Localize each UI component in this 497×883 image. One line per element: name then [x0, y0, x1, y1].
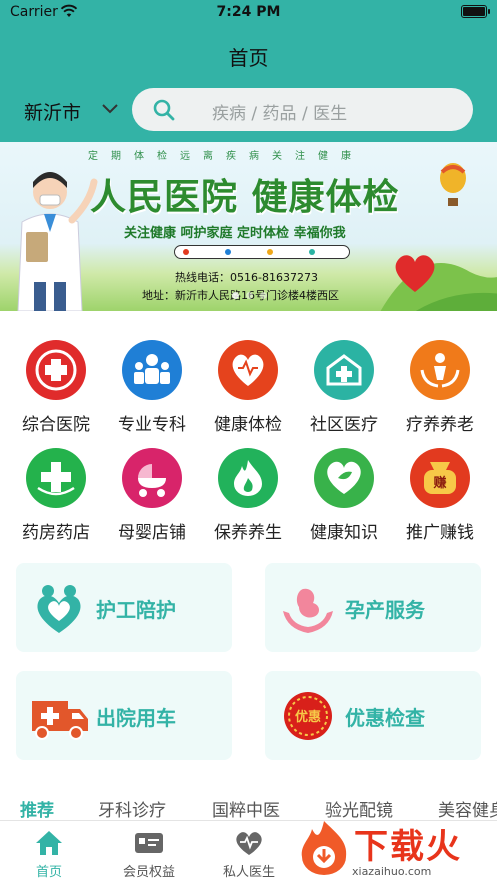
- category-wellness[interactable]: 保养养生: [200, 448, 296, 544]
- banner-page-indicator: [232, 292, 272, 300]
- pharmacy-cross-icon: [26, 448, 86, 508]
- category-earn-money[interactable]: 赚 推广赚钱: [392, 448, 488, 544]
- category-health-checkup[interactable]: 健康体检: [200, 340, 296, 436]
- search-icon: [153, 99, 175, 121]
- search-input[interactable]: 疾病 / 药品 / 医生: [132, 88, 473, 131]
- nav-member-benefits[interactable]: 会员权益: [104, 827, 194, 880]
- service-label: 护工陪护: [96, 598, 176, 622]
- category-label: 健康体检: [214, 415, 282, 435]
- nav-label: 私人医生: [222, 865, 275, 880]
- watermark-text: 下载火: [354, 827, 462, 867]
- category-elder-care[interactable]: 疗养养老: [392, 340, 488, 436]
- money-bag-icon: 赚: [410, 448, 470, 508]
- home-icon: [36, 831, 62, 855]
- service-card-maternity[interactable]: 孕产服务: [265, 563, 481, 652]
- category-maternity-baby-store[interactable]: 母婴店铺: [104, 448, 200, 544]
- banner-subline: 关注健康 呵护家庭 定时体检 幸福你我: [124, 226, 346, 241]
- category-label: 社区医疗: [310, 415, 378, 435]
- service-label: 出院用车: [96, 706, 176, 730]
- category-label: 药房药店: [22, 523, 90, 543]
- chevron-down-icon[interactable]: [101, 102, 119, 116]
- service-label: 孕产服务: [345, 598, 425, 622]
- tab-chinese-medicine[interactable]: 国粹中医: [212, 796, 280, 821]
- category-label: 综合医院: [22, 415, 90, 435]
- flame-logo-icon: [301, 821, 347, 875]
- ambulance-icon: [32, 701, 88, 740]
- hospital-cross-icon: [26, 340, 86, 400]
- maternity-hands-icon: [283, 588, 333, 633]
- page-title: 首页: [228, 46, 269, 70]
- clock: 7:24 PM: [216, 4, 281, 20]
- battery-icon: [461, 5, 490, 18]
- flame-icon: [218, 448, 278, 508]
- category-label: 健康知识: [310, 523, 378, 543]
- heart-icon: [395, 255, 435, 292]
- status-bar: Carrier 7:24 PM: [0, 0, 497, 26]
- nav-label: 会员权益: [122, 865, 175, 880]
- discount-seal-icon: 优惠: [284, 692, 332, 740]
- banner-tagline: 定期体检远离疾病关注健康: [88, 151, 364, 162]
- banner-hotline: 热线电话：0516-81637273: [175, 271, 318, 284]
- category-pharmacy[interactable]: 药房药店: [8, 448, 104, 544]
- top-header: Carrier 7:24 PM 首页 新沂市 疾病 / 药品 / 医生: [0, 0, 497, 142]
- community-clinic-icon: [314, 340, 374, 400]
- nav-home[interactable]: 首页: [4, 827, 94, 880]
- service-card-caregiver[interactable]: 护工陪护: [16, 563, 232, 652]
- baby-stroller-icon: [122, 448, 182, 508]
- svg-text:赚: 赚: [432, 475, 446, 491]
- watermark-logo: 下载火 xiazaihuo.com: [292, 815, 497, 883]
- category-label: 母婴店铺: [118, 523, 186, 543]
- specialists-icon: [122, 340, 182, 400]
- category-specialists[interactable]: 专业专科: [104, 340, 200, 436]
- elder-care-icon: [410, 340, 470, 400]
- category-label: 疗养养老: [406, 415, 474, 435]
- service-card-discharge-car[interactable]: 出院用车: [16, 671, 232, 760]
- nav-private-doctor[interactable]: 私人医生: [204, 827, 294, 880]
- promo-banner[interactable]: 定期体检远离疾病关注健康 人民医院 健康体检 关注健康 呵护家庭 定时体检 幸福…: [0, 142, 497, 311]
- category-label: 推广赚钱: [406, 523, 474, 543]
- leaf-heart-icon: [314, 448, 374, 508]
- category-label: 保养养生: [214, 523, 282, 543]
- service-card-discount-checkup[interactable]: 优惠 优惠检查: [265, 671, 481, 760]
- hot-air-balloon-icon: [440, 163, 466, 206]
- doctor-illustration: [17, 172, 98, 311]
- tab-recommended[interactable]: 推荐: [20, 796, 54, 821]
- watermark-url: xiazaihuo.com: [352, 865, 432, 878]
- svg-text:优惠: 优惠: [295, 709, 321, 725]
- member-card-icon: [135, 833, 163, 853]
- search-placeholder: 疾病 / 药品 / 医生: [212, 104, 348, 124]
- city-selector[interactable]: 新沂市: [24, 98, 81, 125]
- banner-feature-pills: [174, 245, 350, 259]
- caregiver-hearts-icon: [37, 585, 81, 633]
- category-general-hospital[interactable]: 综合医院: [8, 340, 104, 436]
- category-community-clinic[interactable]: 社区医疗: [296, 340, 392, 436]
- category-health-knowledge[interactable]: 健康知识: [296, 448, 392, 544]
- tab-dental[interactable]: 牙科诊疗: [98, 796, 166, 821]
- banner-headline: 人民医院 健康体检: [90, 177, 400, 218]
- heart-check-icon: [218, 340, 278, 400]
- nav-label: 首页: [35, 865, 62, 880]
- heartbeat-icon: [236, 832, 262, 855]
- category-label: 专业专科: [118, 415, 186, 435]
- service-label: 优惠检查: [345, 706, 425, 730]
